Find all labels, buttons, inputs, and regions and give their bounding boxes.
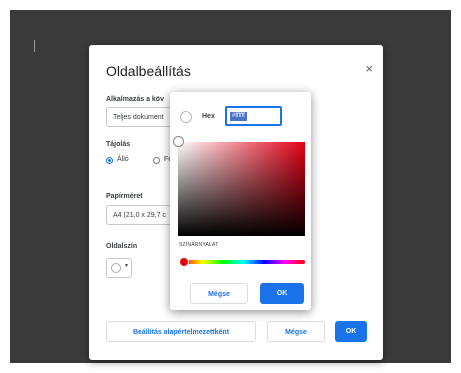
text-cursor bbox=[34, 40, 35, 52]
chevron-down-icon: ▼ bbox=[124, 263, 129, 269]
color-picker-popup: Hex #ffffff SZÍNÁRNYALAT Mégse OK bbox=[170, 92, 311, 310]
orientation-landscape-radio[interactable] bbox=[153, 157, 160, 164]
cancel-button[interactable]: Mégse bbox=[267, 321, 325, 342]
orientation-label: Tájolás bbox=[106, 141, 131, 148]
hue-slider-handle[interactable] bbox=[179, 257, 189, 267]
set-as-default-button[interactable]: Beállítás alapértelmezettként bbox=[106, 321, 256, 342]
close-icon[interactable]: × bbox=[365, 62, 373, 76]
ok-button[interactable]: OK bbox=[335, 321, 367, 342]
hex-value: #ffffff bbox=[230, 112, 247, 121]
color-swatch-icon bbox=[111, 263, 121, 273]
page-color-button[interactable]: ▼ bbox=[106, 258, 132, 278]
hue-label: SZÍNÁRNYALAT bbox=[179, 242, 219, 248]
orientation-portrait-label: Álló bbox=[117, 156, 129, 163]
saturation-value-area[interactable] bbox=[178, 142, 305, 236]
picker-cancel-button[interactable]: Mégse bbox=[190, 283, 248, 304]
hex-input[interactable]: #ffffff bbox=[225, 106, 282, 126]
orientation-portrait-radio[interactable] bbox=[106, 157, 113, 164]
saturation-handle[interactable] bbox=[173, 136, 184, 147]
paper-size-label: Papírméret bbox=[106, 193, 143, 200]
hex-label: Hex bbox=[202, 113, 215, 120]
page-color-label: Oldalszín bbox=[106, 243, 138, 250]
apply-to-label: Alkalmazás a köv bbox=[106, 96, 164, 103]
hue-slider[interactable] bbox=[182, 260, 305, 264]
picker-ok-button[interactable]: OK bbox=[260, 283, 304, 304]
dialog-title: Oldalbeállítás bbox=[106, 63, 191, 79]
paper-size-select[interactable]: A4 (21,0 x 29,7 c bbox=[106, 205, 176, 225]
current-color-swatch bbox=[180, 111, 192, 123]
apply-to-select[interactable]: Teljes dokument bbox=[106, 107, 176, 127]
